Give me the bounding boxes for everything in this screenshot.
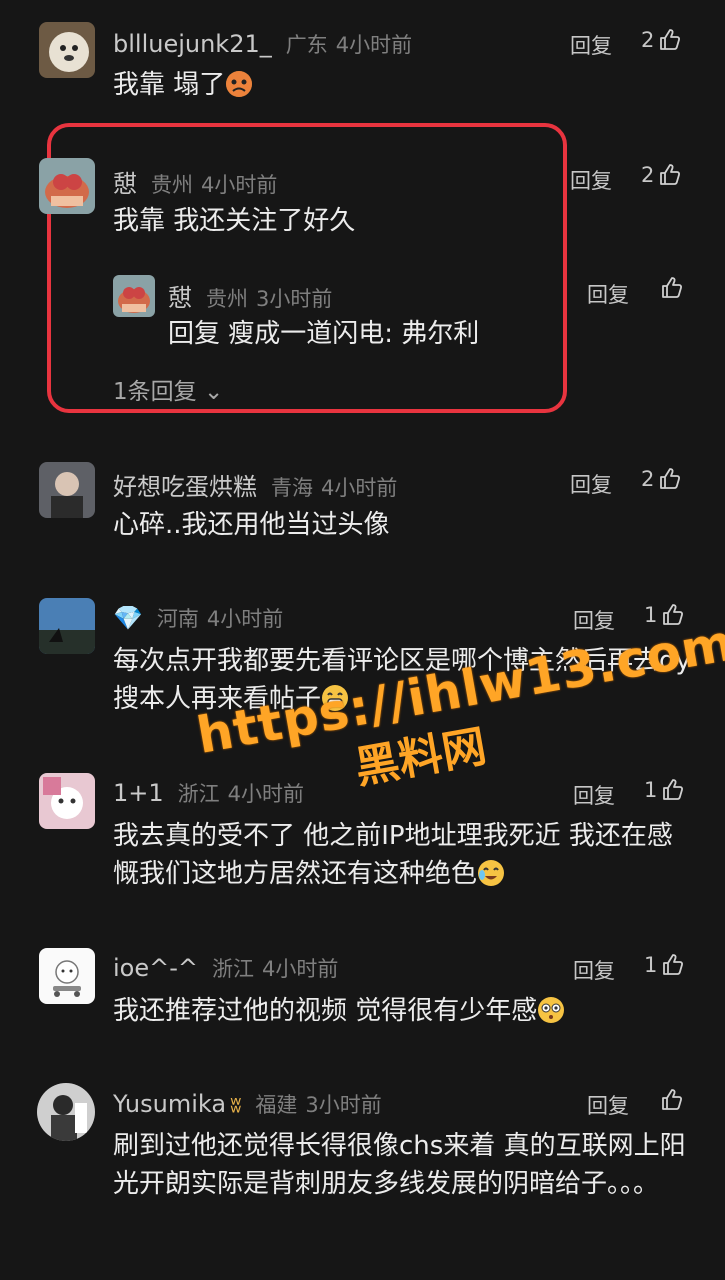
like-button[interactable]: 1 [644,953,685,977]
like-button[interactable] [660,276,684,300]
avatar[interactable] [39,158,95,214]
crying-laughing-icon [477,859,505,887]
region: 福建 [255,1093,298,1117]
username[interactable]: bllluejunk21_ [113,30,272,58]
avatar[interactable] [39,598,95,654]
reply-avatar[interactable] [113,275,155,317]
like-count: 2 [641,28,655,52]
avatar[interactable] [39,773,95,829]
like-button[interactable]: 2 [641,467,682,491]
like-count: 2 [641,163,655,187]
comment-text: 我还推荐过他的视频 觉得很有少年感 [113,992,693,1030]
angry-face-icon [225,70,253,98]
reply-button[interactable]: 回复 [587,1090,629,1120]
comment-text: 刷到过他还觉得长得很像chs来着 真的互联网上阳光开朗实际是背刺朋友多线发展的阴… [113,1131,686,1199]
reply-timestamp: 3小时前 [256,287,333,311]
username[interactable]: 憇 [113,170,137,198]
flushed-face-icon [537,996,565,1024]
avatar[interactable] [39,948,95,1004]
thumbs-up-icon [658,163,682,187]
thumbs-up-icon [658,467,682,491]
username[interactable]: Yusumika [113,1090,226,1118]
expand-replies-button[interactable]: 1条回复 ⌄ [113,372,223,406]
chevron-down-icon: ⌄ [203,379,224,405]
reply-button[interactable]: 回复 [570,30,612,60]
like-button[interactable]: 1 [644,778,685,802]
thumbs-up-icon [661,953,685,977]
timestamp: 3小时前 [305,1093,382,1117]
like-button[interactable]: 2 [641,28,682,52]
avatar[interactable] [39,22,95,78]
like-count: 1 [644,778,658,802]
region: 浙江 [212,957,254,981]
like-button[interactable] [660,1088,684,1112]
username[interactable]: ioe^-^ [113,954,198,982]
thumbs-up-icon [660,276,684,300]
timestamp: 4小时前 [335,33,413,57]
diamond-icon: 💎 [113,604,143,632]
like-count: 1 [644,953,658,977]
reply-button[interactable]: 回复 [570,165,612,195]
reply-button[interactable]: 回复 [573,605,615,635]
region: 青海 [271,476,313,500]
reply-button[interactable]: 回复 [570,469,612,499]
comment-text: 我靠 我还关注了好久 [113,206,356,236]
comment-text: 心碎..我还用他当过头像 [113,510,390,540]
timestamp: 4小时前 [262,957,339,981]
reply-region: 贵州 [206,287,248,311]
reply-button[interactable]: 回复 [587,279,629,309]
region: 贵州 [151,173,193,197]
like-button[interactable]: 2 [641,163,682,187]
region: 河南 [156,607,199,631]
reply-text: 回复 瘦成一道闪电: 弗尔利 [168,319,480,349]
region: 广东 [285,33,328,57]
avatar[interactable] [39,462,95,518]
thumbs-up-icon [661,778,685,802]
username[interactable]: 好想吃蛋烘糕 [113,473,257,501]
thumbs-up-icon [658,28,682,52]
comment-text: 我靠 塌了 [113,66,693,104]
reply-username[interactable]: 憇 [168,284,192,312]
username[interactable]: 1+1 [113,779,164,807]
comment-text: 我去真的受不了 他之前IP地址理我死近 我还在感慨我们这地方居然还有这种绝色 [113,821,673,889]
like-count: 2 [641,467,655,491]
avatar[interactable] [37,1083,95,1141]
timestamp: 4小时前 [201,173,278,197]
bow-icon: ʬ [230,1093,242,1118]
reply-button[interactable]: 回复 [573,955,615,985]
timestamp: 4小时前 [206,607,284,631]
thumbs-up-icon [660,1088,684,1112]
timestamp: 4小时前 [321,476,398,500]
like-count: 1 [644,603,658,627]
